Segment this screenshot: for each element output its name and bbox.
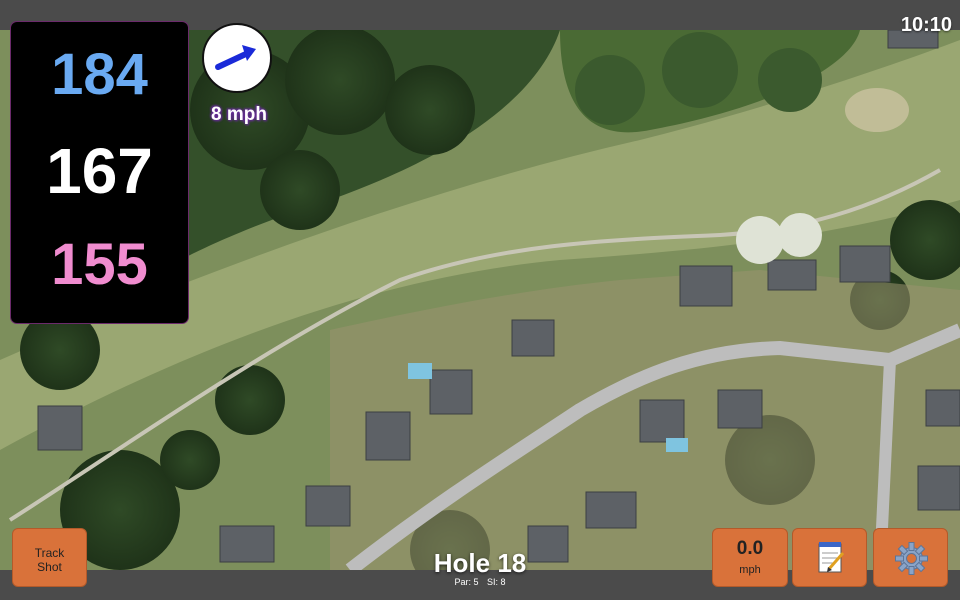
track-shot-label-line2: Shot <box>37 560 62 574</box>
wind-speed: 8 mph <box>211 104 267 125</box>
center-distance: 167 <box>46 135 153 207</box>
front-distance: 155 <box>51 232 148 297</box>
distance-panel: 184 167 155 <box>11 22 188 323</box>
track-shot-button[interactable]: Track Shot <box>12 528 87 587</box>
speed-value: 0.0 <box>736 538 764 559</box>
notes-button[interactable] <box>792 528 867 587</box>
clock: 10:10 <box>900 14 952 36</box>
gear-icon <box>895 542 928 575</box>
wind-indicator <box>202 23 272 93</box>
notepad-icon <box>818 542 845 573</box>
hole-info: Par: 5 SI: 8 <box>380 577 580 587</box>
hole-par: Par: 5 <box>454 577 479 587</box>
hole-stroke-index: SI: 8 <box>487 577 506 587</box>
hole-title: Hole 18 <box>433 548 527 578</box>
track-shot-label-line1: Track <box>34 546 65 560</box>
arrow-right-icon <box>215 45 256 70</box>
speed-unit: mph <box>739 564 761 576</box>
settings-button[interactable] <box>873 528 948 587</box>
back-distance: 184 <box>51 42 148 107</box>
speed-button[interactable]: 0.0 mph <box>712 528 788 587</box>
